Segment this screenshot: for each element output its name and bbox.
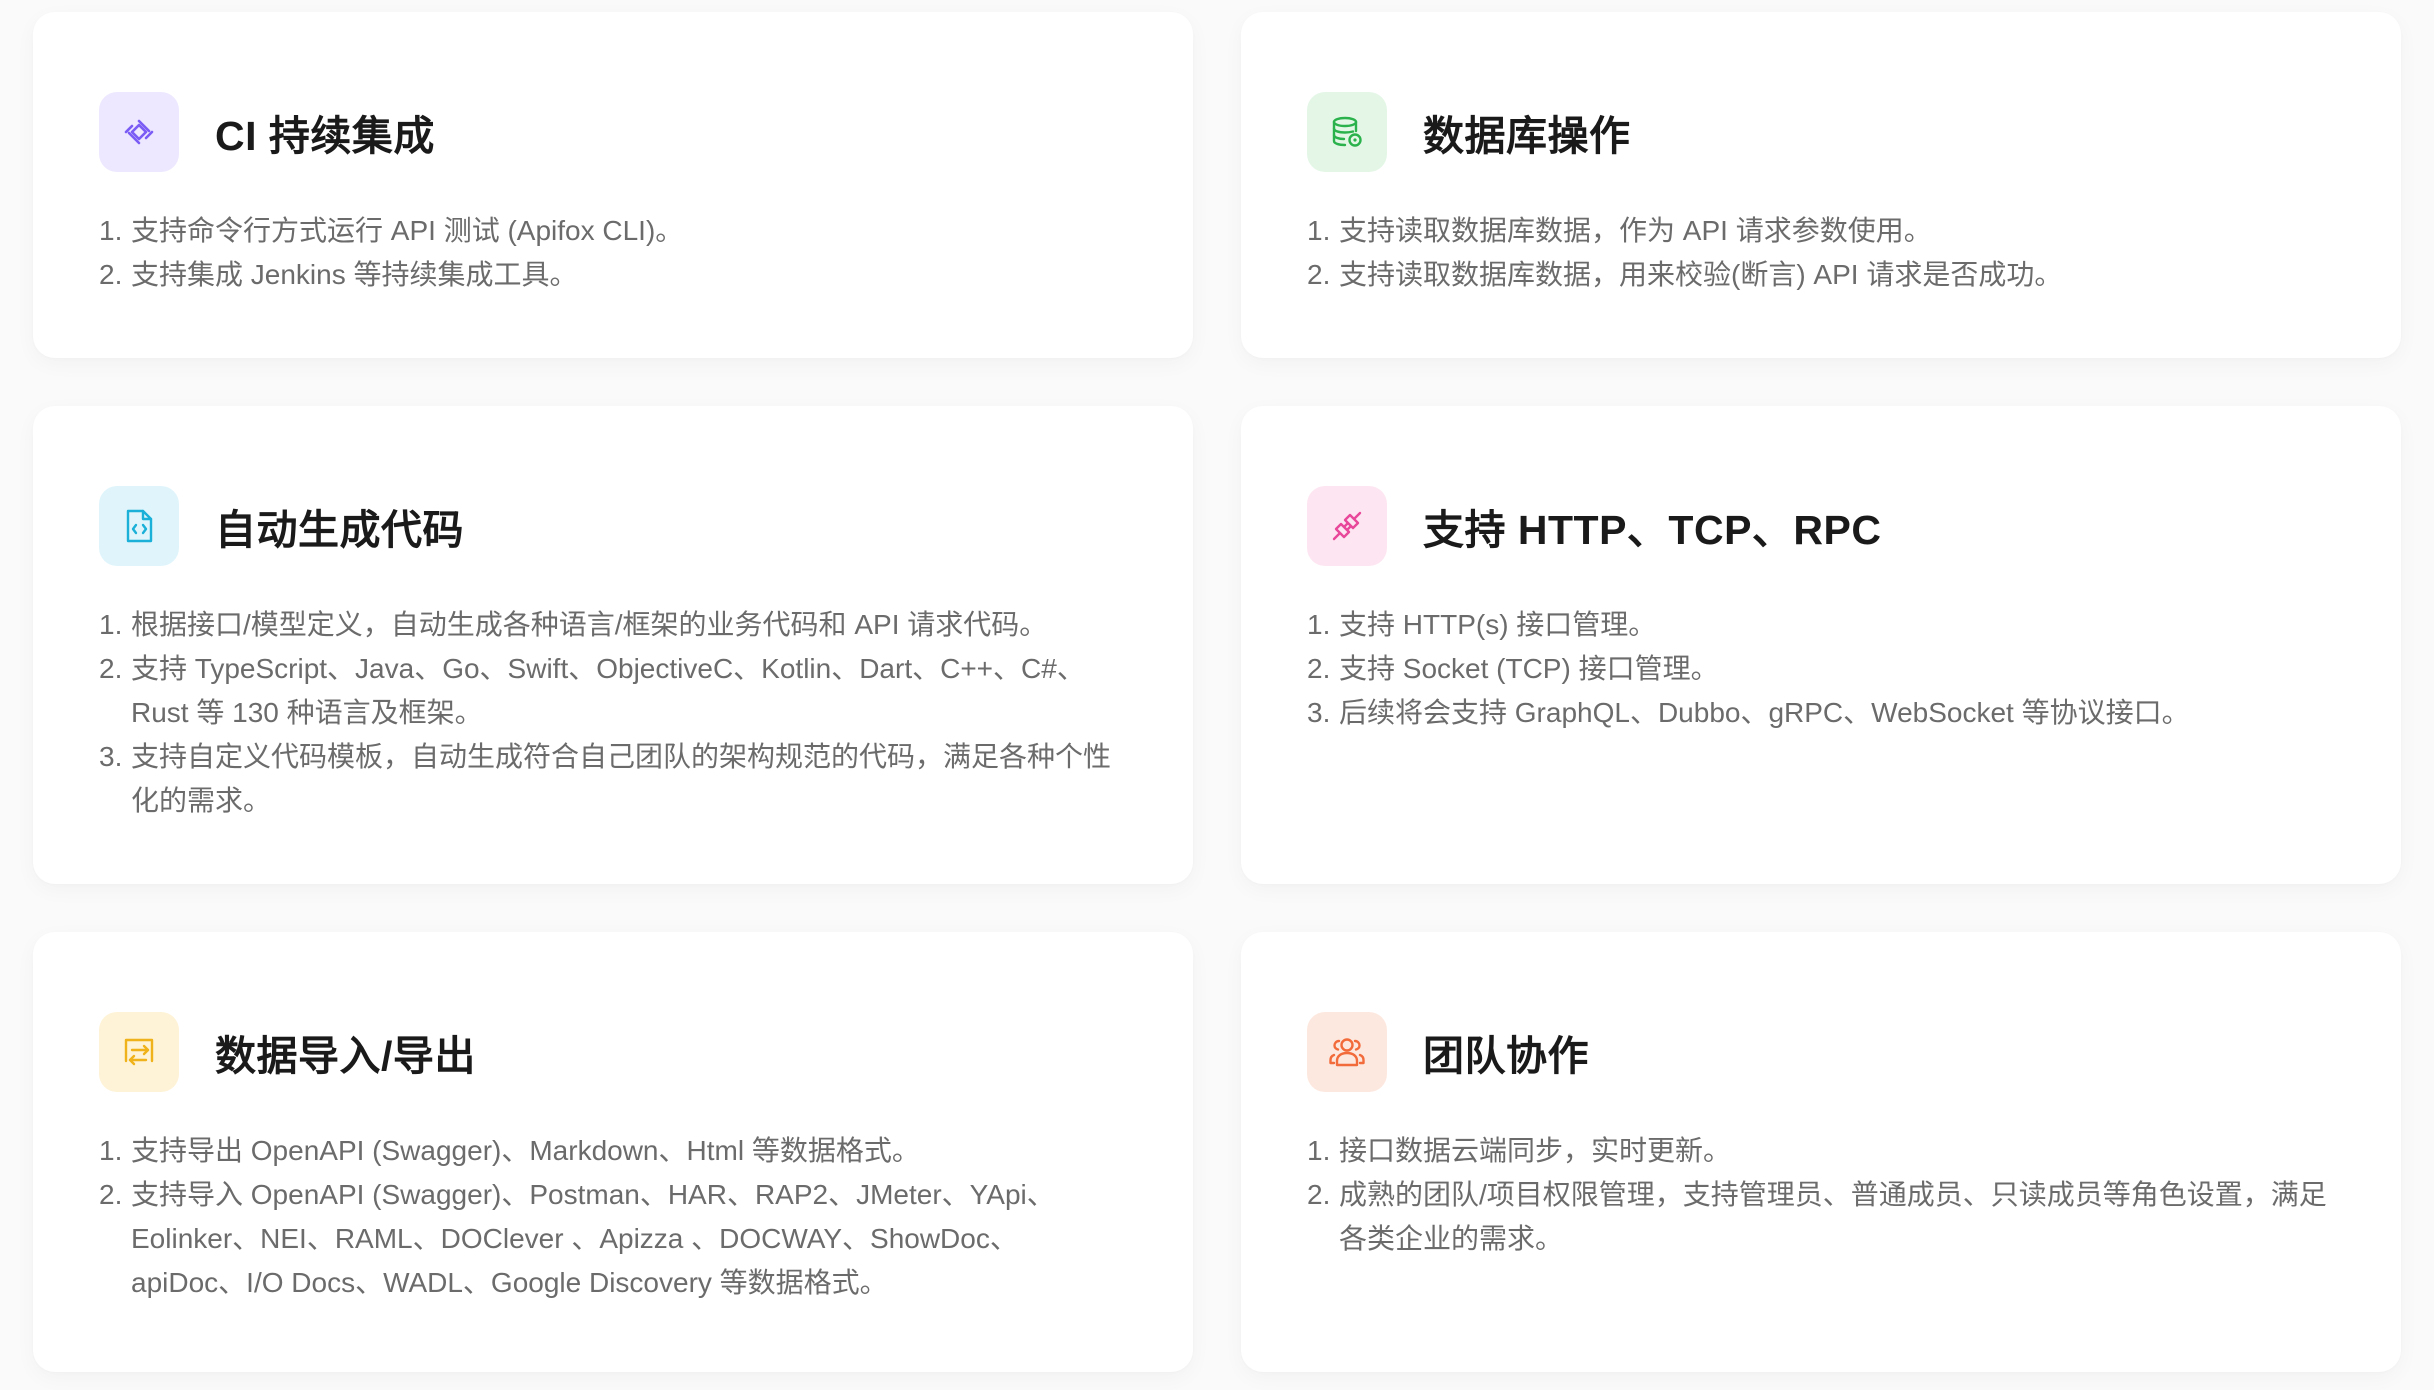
- database-icon: [1307, 92, 1387, 172]
- item-number: 1.: [1307, 215, 1331, 246]
- list-item: 1. 支持 HTTP(s) 接口管理。: [1307, 603, 2335, 647]
- item-text: 支持 Socket (TCP) 接口管理。: [1339, 653, 1719, 684]
- list-item: 1. 接口数据云端同步，实时更新。: [1307, 1129, 2335, 1173]
- ci-integration-icon: [99, 92, 179, 172]
- plug-connection-icon: [1307, 486, 1387, 566]
- card-header: 数据库操作: [1307, 92, 2335, 172]
- feature-card-protocols: 支持 HTTP、TCP、RPC 1. 支持 HTTP(s) 接口管理。 2. 支持 …: [1241, 406, 2401, 884]
- list-item: 2. 支持读取数据库数据，用来校验(断言) API 请求是否成功。: [1307, 253, 2335, 297]
- list-item: 2. 支持 TypeScript、Java、Go、Swift、ObjectiveC…: [99, 647, 1127, 735]
- feature-card-database: 数据库操作 1. 支持读取数据库数据，作为 API 请求参数使用。 2. 支持读取数…: [1241, 12, 2401, 358]
- card-header: 数据导入/导出: [99, 1012, 1127, 1092]
- card-title: 数据库操作: [1423, 113, 1631, 159]
- item-text: 成熟的团队/项目权限管理，支持管理员、普通成员、只读成员等角色设置，满足各类企业…: [1339, 1179, 2327, 1254]
- item-number: 2.: [1307, 653, 1331, 684]
- list-item: 2. 支持集成 Jenkins 等持续集成工具。: [99, 253, 1127, 297]
- item-number: 2.: [99, 653, 123, 684]
- item-number: 2.: [99, 1179, 123, 1210]
- item-number: 3.: [99, 741, 123, 772]
- card-title: 支持 HTTP、TCP、RPC: [1423, 507, 1882, 553]
- item-text: 接口数据云端同步，实时更新。: [1339, 1135, 1732, 1166]
- card-header: 支持 HTTP、TCP、RPC: [1307, 486, 2335, 566]
- list-item: 2. 成熟的团队/项目权限管理，支持管理员、普通成员、只读成员等角色设置，满足各类…: [1307, 1173, 2335, 1261]
- card-title: 数据导入/导出: [215, 1033, 476, 1079]
- feature-card-ci: CI 持续集成 1. 支持命令行方式运行 API 测试 (Apifox CLI)。…: [33, 12, 1193, 358]
- item-text: 支持 HTTP(s) 接口管理。: [1339, 609, 1657, 640]
- feature-list: 1. 根据接口/模型定义，自动生成各种语言/框架的业务代码和 API 请求代码。 …: [99, 603, 1127, 823]
- feature-list: 1. 接口数据云端同步，实时更新。 2. 成熟的团队/项目权限管理，支持管理员、普通…: [1307, 1129, 2335, 1261]
- list-item: 3. 后续将会支持 GraphQL、Dubbo、gRPC、WebSocket 等协…: [1307, 691, 2335, 735]
- item-number: 1.: [1307, 1135, 1331, 1166]
- card-header: 自动生成代码: [99, 486, 1127, 566]
- feature-list: 1. 支持 HTTP(s) 接口管理。 2. 支持 Socket (TCP) 接口管…: [1307, 603, 2335, 735]
- code-file-icon: [99, 486, 179, 566]
- feature-list: 1. 支持导出 OpenAPI (Swagger)、Markdown、Html 等…: [99, 1129, 1127, 1305]
- card-header: CI 持续集成: [99, 92, 1127, 172]
- item-text: 支持读取数据库数据，用来校验(断言) API 请求是否成功。: [1339, 259, 2063, 290]
- item-text: 支持自定义代码模板，自动生成符合自己团队的架构规范的代码，满足各种个性化的需求。: [131, 741, 1112, 816]
- feature-card-codegen: 自动生成代码 1. 根据接口/模型定义，自动生成各种语言/框架的业务代码和 API…: [33, 406, 1193, 884]
- feature-card-import-export: 数据导入/导出 1. 支持导出 OpenAPI (Swagger)、Markdow…: [33, 932, 1193, 1372]
- card-title: CI 持续集成: [215, 113, 435, 159]
- item-text: 后续将会支持 GraphQL、Dubbo、gRPC、WebSocket 等协议接…: [1339, 697, 2190, 728]
- list-item: 2. 支持导入 OpenAPI (Swagger)、Postman、HAR、RAP…: [99, 1173, 1127, 1305]
- item-text: 支持 TypeScript、Java、Go、Swift、ObjectiveC、K…: [131, 653, 1085, 728]
- item-number: 2.: [1307, 1179, 1331, 1210]
- card-title: 自动生成代码: [215, 507, 464, 553]
- item-number: 1.: [1307, 609, 1331, 640]
- item-number: 2.: [99, 259, 123, 290]
- item-text: 支持导出 OpenAPI (Swagger)、Markdown、Html 等数据…: [131, 1135, 920, 1166]
- feature-card-team: 团队协作 1. 接口数据云端同步，实时更新。 2. 成熟的团队/项目权限管理，支持管…: [1241, 932, 2401, 1372]
- item-number: 1.: [99, 215, 123, 246]
- item-text: 支持命令行方式运行 API 测试 (Apifox CLI)。: [131, 215, 684, 246]
- feature-grid: CI 持续集成 1. 支持命令行方式运行 API 测试 (Apifox CLI)。…: [33, 12, 2401, 1372]
- card-title: 团队协作: [1423, 1033, 1589, 1079]
- item-text: 支持导入 OpenAPI (Swagger)、Postman、HAR、RAP2、…: [131, 1179, 1055, 1298]
- list-item: 1. 支持读取数据库数据，作为 API 请求参数使用。: [1307, 209, 2335, 253]
- list-item: 1. 支持命令行方式运行 API 测试 (Apifox CLI)。: [99, 209, 1127, 253]
- card-header: 团队协作: [1307, 1012, 2335, 1092]
- list-item: 1. 根据接口/模型定义，自动生成各种语言/框架的业务代码和 API 请求代码。: [99, 603, 1127, 647]
- team-users-icon: [1307, 1012, 1387, 1092]
- item-text: 支持读取数据库数据，作为 API 请求参数使用。: [1339, 215, 1932, 246]
- list-item: 3. 支持自定义代码模板，自动生成符合自己团队的架构规范的代码，满足各种个性化的需…: [99, 735, 1127, 823]
- import-export-icon: [99, 1012, 179, 1092]
- list-item: 1. 支持导出 OpenAPI (Swagger)、Markdown、Html 等…: [99, 1129, 1127, 1173]
- item-text: 支持集成 Jenkins 等持续集成工具。: [131, 259, 578, 290]
- feature-list: 1. 支持读取数据库数据，作为 API 请求参数使用。 2. 支持读取数据库数据，用…: [1307, 209, 2335, 297]
- item-number: 2.: [1307, 259, 1331, 290]
- item-text: 根据接口/模型定义，自动生成各种语言/框架的业务代码和 API 请求代码。: [131, 609, 1048, 640]
- feature-list: 1. 支持命令行方式运行 API 测试 (Apifox CLI)。 2. 支持集成 …: [99, 209, 1127, 297]
- item-number: 3.: [1307, 697, 1331, 728]
- item-number: 1.: [99, 609, 123, 640]
- list-item: 2. 支持 Socket (TCP) 接口管理。: [1307, 647, 2335, 691]
- item-number: 1.: [99, 1135, 123, 1166]
